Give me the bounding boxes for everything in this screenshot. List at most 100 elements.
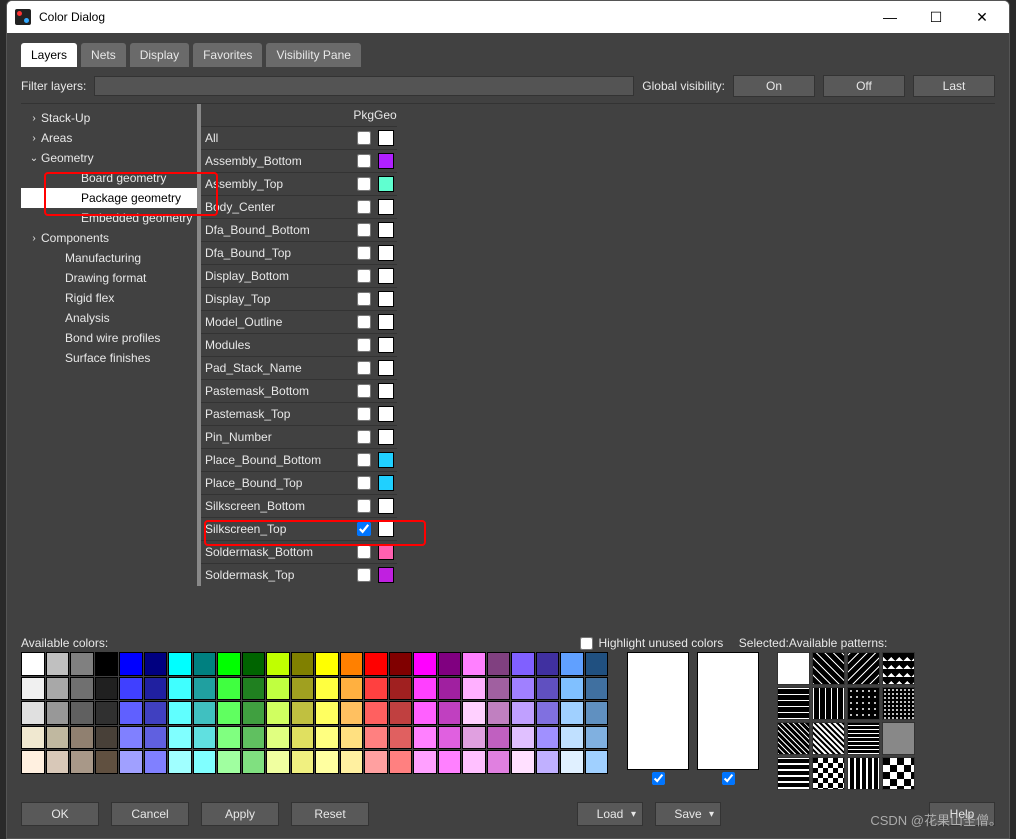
apply-button[interactable]: Apply	[201, 802, 279, 826]
tree-item-rigid-flex[interactable]: Rigid flex	[21, 288, 197, 308]
palette-color[interactable]	[413, 750, 437, 774]
tree-item-analysis[interactable]: Analysis	[21, 308, 197, 328]
palette-color[interactable]	[560, 726, 584, 750]
palette-color[interactable]	[217, 726, 241, 750]
layer-visibility-checkbox[interactable]	[357, 384, 371, 398]
palette-color[interactable]	[144, 750, 168, 774]
palette-color[interactable]	[438, 750, 462, 774]
pattern-swatch[interactable]	[777, 652, 810, 685]
palette-color[interactable]	[291, 726, 315, 750]
layer-visibility-checkbox[interactable]	[357, 269, 371, 283]
tab-visibility-pane[interactable]: Visibility Pane	[266, 43, 360, 67]
palette-color[interactable]	[560, 750, 584, 774]
selected-box-checkbox[interactable]	[652, 772, 665, 785]
palette-color[interactable]	[119, 726, 143, 750]
palette-color[interactable]	[511, 652, 535, 676]
palette-color[interactable]	[266, 750, 290, 774]
palette-color[interactable]	[413, 677, 437, 701]
palette-color[interactable]	[168, 652, 192, 676]
pattern-swatch[interactable]	[847, 722, 880, 755]
tree-item-embedded-geometry[interactable]: Embedded geometry	[21, 208, 197, 228]
palette-color[interactable]	[487, 652, 511, 676]
titlebar[interactable]: Color Dialog — ☐ ✕	[7, 1, 1009, 33]
palette-color[interactable]	[291, 677, 315, 701]
palette-color[interactable]	[70, 726, 94, 750]
palette-color[interactable]	[21, 726, 45, 750]
palette-color[interactable]	[487, 726, 511, 750]
layer-visibility-checkbox[interactable]	[357, 131, 371, 145]
layer-visibility-checkbox[interactable]	[357, 407, 371, 421]
palette-color[interactable]	[364, 701, 388, 725]
palette-color[interactable]	[585, 726, 609, 750]
palette-color[interactable]	[315, 677, 339, 701]
palette-color[interactable]	[560, 652, 584, 676]
filter-input[interactable]	[94, 76, 634, 96]
palette-color[interactable]	[144, 701, 168, 725]
pattern-palette[interactable]	[777, 652, 915, 790]
palette-color[interactable]	[511, 750, 535, 774]
palette-color[interactable]	[46, 652, 70, 676]
palette-color[interactable]	[389, 652, 413, 676]
layer-color-swatch[interactable]	[378, 176, 394, 192]
highlight-unused-checkbox[interactable]: Highlight unused colors	[580, 636, 739, 650]
palette-color[interactable]	[340, 726, 364, 750]
palette-color[interactable]	[144, 677, 168, 701]
tab-display[interactable]: Display	[130, 43, 189, 67]
global-on-button[interactable]: On	[733, 75, 815, 97]
palette-color[interactable]	[462, 750, 486, 774]
palette-color[interactable]	[168, 701, 192, 725]
layer-color-swatch[interactable]	[378, 291, 394, 307]
palette-color[interactable]	[291, 750, 315, 774]
tree-item-board-geometry[interactable]: Board geometry	[21, 168, 197, 188]
maximize-button[interactable]: ☐	[913, 1, 959, 33]
palette-color[interactable]	[462, 677, 486, 701]
palette-color[interactable]	[217, 701, 241, 725]
palette-color[interactable]	[217, 750, 241, 774]
palette-color[interactable]	[413, 726, 437, 750]
palette-color[interactable]	[266, 652, 290, 676]
palette-color[interactable]	[242, 701, 266, 725]
palette-color[interactable]	[217, 652, 241, 676]
palette-color[interactable]	[95, 701, 119, 725]
layer-color-swatch[interactable]	[378, 521, 394, 537]
palette-color[interactable]	[266, 701, 290, 725]
palette-color[interactable]	[487, 750, 511, 774]
palette-color[interactable]	[364, 726, 388, 750]
palette-color[interactable]	[487, 677, 511, 701]
palette-color[interactable]	[266, 726, 290, 750]
layer-color-swatch[interactable]	[378, 452, 394, 468]
palette-color[interactable]	[340, 677, 364, 701]
palette-color[interactable]	[364, 677, 388, 701]
palette-color[interactable]	[46, 701, 70, 725]
layer-color-swatch[interactable]	[378, 567, 394, 583]
palette-color[interactable]	[119, 750, 143, 774]
palette-color[interactable]	[536, 701, 560, 725]
palette-color[interactable]	[193, 677, 217, 701]
palette-color[interactable]	[536, 750, 560, 774]
palette-color[interactable]	[168, 677, 192, 701]
palette-color[interactable]	[389, 677, 413, 701]
palette-color[interactable]	[119, 677, 143, 701]
palette-color[interactable]	[438, 652, 462, 676]
layer-visibility-checkbox[interactable]	[357, 292, 371, 306]
palette-color[interactable]	[46, 726, 70, 750]
layer-tree[interactable]: ›Stack-Up›Areas⌄GeometryBoard geometryPa…	[21, 103, 197, 630]
pattern-swatch[interactable]	[847, 757, 880, 790]
layer-visibility-checkbox[interactable]	[357, 154, 371, 168]
palette-color[interactable]	[95, 652, 119, 676]
palette-color[interactable]	[242, 652, 266, 676]
tree-item-bond-wire-profiles[interactable]: Bond wire profiles	[21, 328, 197, 348]
palette-color[interactable]	[21, 701, 45, 725]
layer-visibility-checkbox[interactable]	[357, 453, 371, 467]
palette-color[interactable]	[46, 677, 70, 701]
global-off-button[interactable]: Off	[823, 75, 905, 97]
layer-color-swatch[interactable]	[378, 383, 394, 399]
pattern-swatch[interactable]	[847, 687, 880, 720]
palette-color[interactable]	[536, 726, 560, 750]
selected-box-checkbox[interactable]	[722, 772, 735, 785]
layer-color-swatch[interactable]	[378, 360, 394, 376]
palette-color[interactable]	[95, 726, 119, 750]
layer-color-swatch[interactable]	[378, 314, 394, 330]
layer-visibility-checkbox[interactable]	[357, 223, 371, 237]
pattern-swatch[interactable]	[882, 722, 915, 755]
